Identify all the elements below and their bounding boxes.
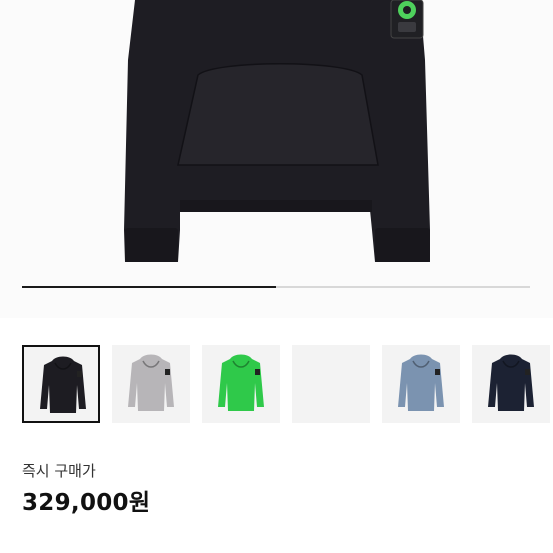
gallery-progress-track bbox=[22, 286, 530, 288]
hoodie-thumbnail-icon bbox=[128, 354, 174, 411]
hoodie-thumbnail-icon bbox=[398, 354, 444, 411]
hoodie-image bbox=[124, 0, 430, 262]
hoodie-thumbnail-icon bbox=[40, 356, 86, 413]
bottom-divider bbox=[0, 544, 553, 553]
thumbnail-green[interactable] bbox=[202, 345, 280, 423]
thumbnail-grey[interactable] bbox=[112, 345, 190, 423]
hoodie-thumbnail-icon bbox=[218, 354, 264, 411]
thumbnail-strip bbox=[0, 345, 553, 423]
purchase-label: 즉시 구매가 bbox=[22, 462, 96, 480]
thumbnail-empty[interactable] bbox=[292, 345, 370, 423]
hoodie-thumbnail-icon bbox=[488, 354, 534, 411]
thumbnail-black[interactable] bbox=[22, 345, 100, 423]
price: 329,000원 bbox=[22, 490, 151, 516]
gallery-progress-fill bbox=[22, 286, 276, 288]
thumbnail-navy[interactable] bbox=[472, 345, 550, 423]
thumbnail-blue[interactable] bbox=[382, 345, 460, 423]
product-image[interactable] bbox=[0, 0, 553, 318]
